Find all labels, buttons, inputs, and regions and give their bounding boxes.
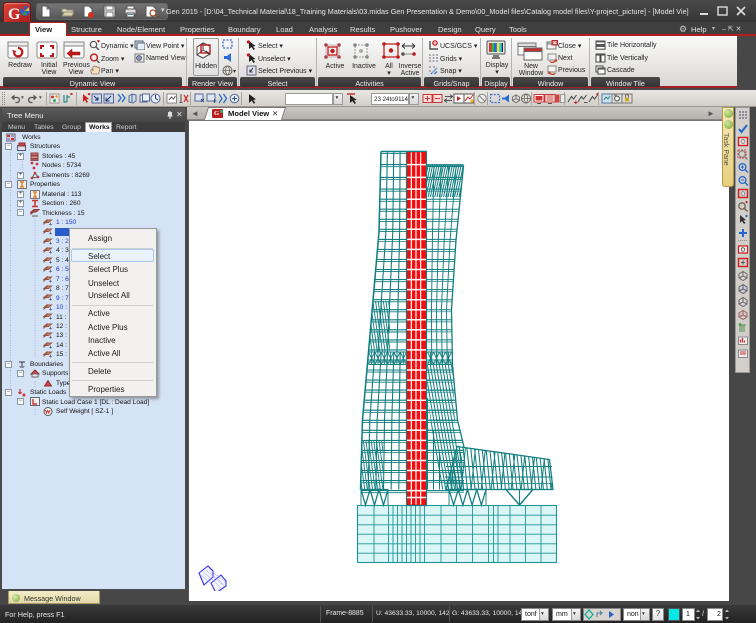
svg-text:G: G bbox=[434, 41, 437, 46]
